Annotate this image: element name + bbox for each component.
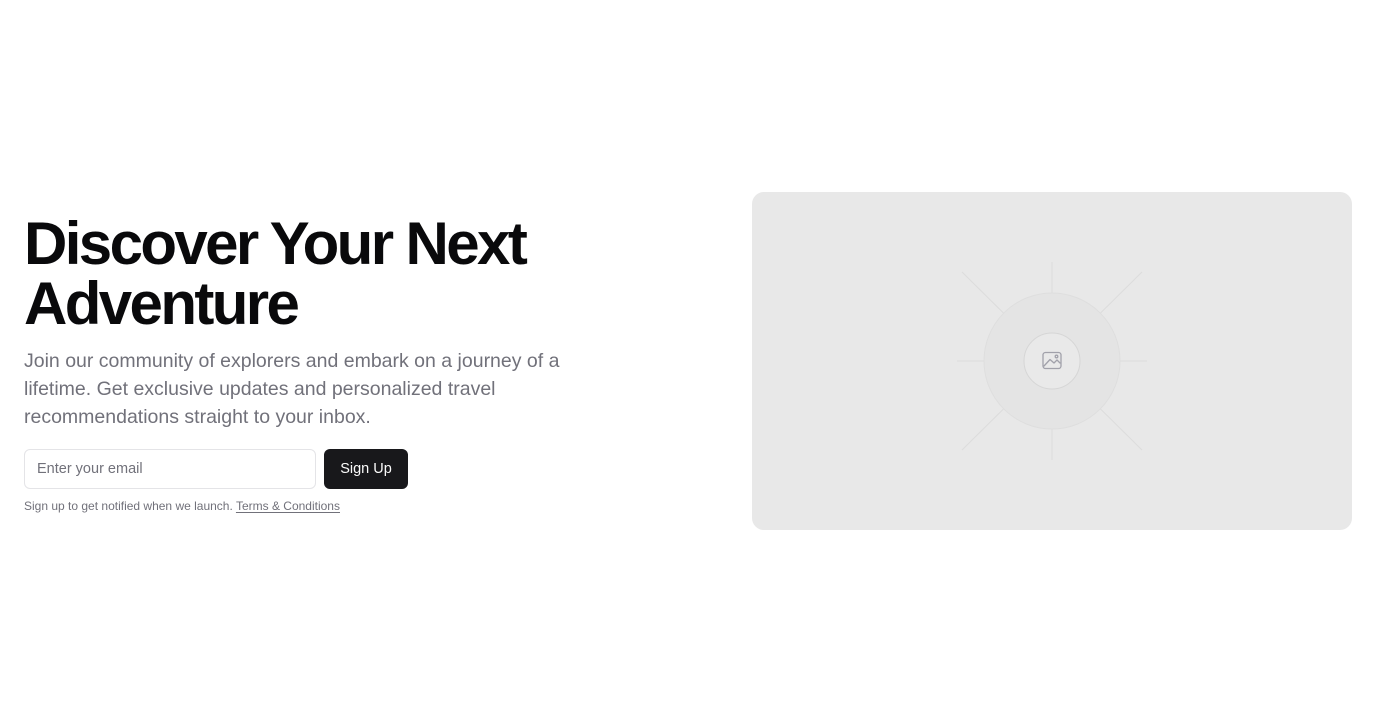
terms-link[interactable]: Terms & Conditions [236,499,340,513]
signup-notice-text: Sign up to get notified when we launch. [24,499,233,513]
hero-title: Discover Your Next Adventure [24,210,528,337]
hero-section: Discover Your Next Adventure Join our co… [24,214,644,514]
email-field[interactable] [24,449,316,489]
sign-up-button[interactable]: Sign Up [324,449,408,489]
landing-page: Discover Your Next Adventure Join our co… [0,0,1376,722]
placeholder-pattern [957,262,1147,460]
hero-image-placeholder [752,192,1352,530]
signup-notice: Sign up to get notified when we launch. … [24,498,644,514]
hero-subtitle: Join our community of explorers and emba… [24,350,560,428]
signup-form: Sign Up [24,449,644,489]
